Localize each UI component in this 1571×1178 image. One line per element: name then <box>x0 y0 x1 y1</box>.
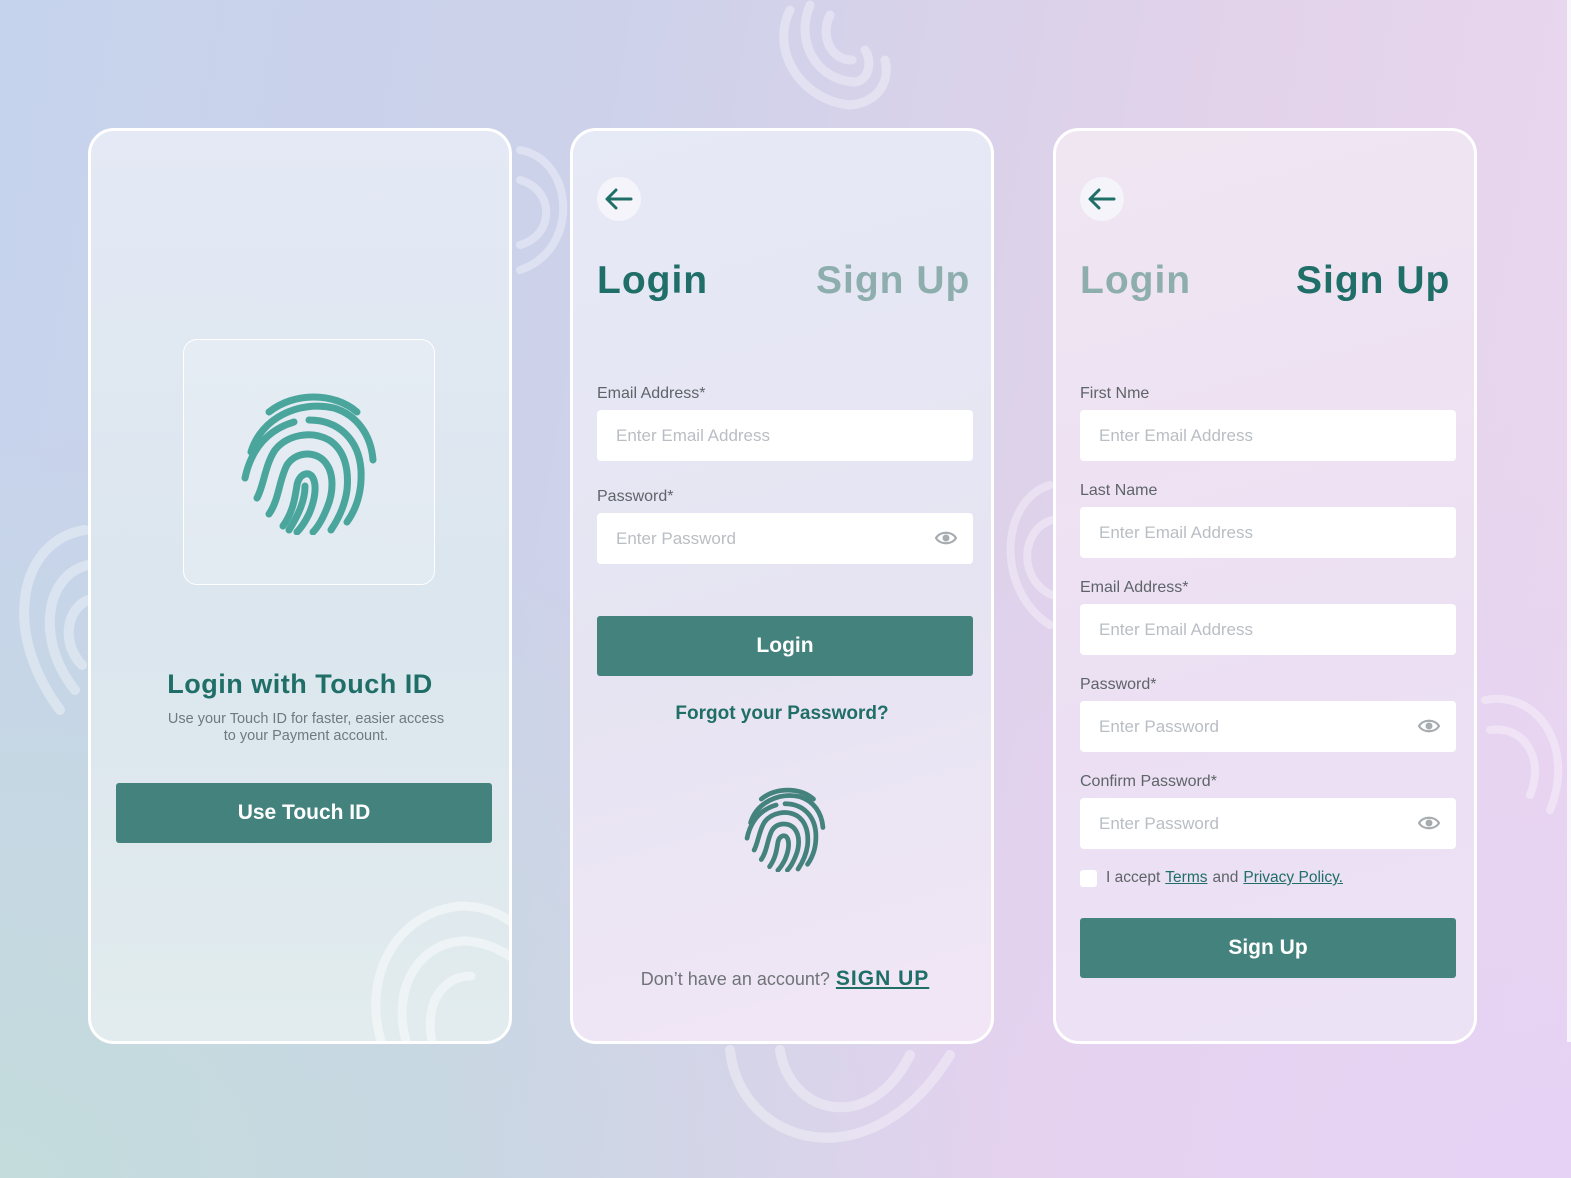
email-placeholder: Enter Email Address <box>616 425 771 445</box>
arrow-left-icon <box>1088 188 1116 210</box>
last-name-field[interactable]: Enter Email Address <box>1080 507 1456 558</box>
password-field[interactable]: Enter Password <box>597 513 973 564</box>
signup-prompt: Don’t have an account? SIGN UP <box>573 967 991 991</box>
terms-and: and <box>1212 869 1239 886</box>
confirm-password-field[interactable]: Enter Password <box>1080 798 1456 849</box>
last-name-placeholder: Enter Email Address <box>1099 522 1254 542</box>
email-label: Email Address* <box>1080 579 1189 596</box>
email-field[interactable]: Enter Email Address <box>1080 604 1456 655</box>
eye-icon[interactable] <box>1418 717 1440 735</box>
use-touch-id-button[interactable]: Use Touch ID <box>116 783 492 843</box>
tab-signup[interactable]: Sign Up <box>816 259 970 303</box>
password-placeholder: Enter Password <box>1099 716 1219 736</box>
page-scrollbar[interactable] <box>1567 0 1571 1042</box>
background-fingerprint-icon <box>1006 481 1055 629</box>
eye-icon[interactable] <box>935 529 957 547</box>
login-card: Login Sign Up Email Address* Enter Email… <box>570 128 994 1044</box>
first-name-placeholder: Enter Email Address <box>1099 425 1254 445</box>
signup-button[interactable]: Sign Up <box>1080 918 1456 978</box>
background-fingerprint-icon <box>19 525 90 715</box>
confirm-password-label: Confirm Password* <box>1080 773 1217 790</box>
first-name-field[interactable]: Enter Email Address <box>1080 410 1456 461</box>
card-watermark-fingerprint-icon <box>371 901 509 1041</box>
password-field[interactable]: Enter Password <box>1080 701 1456 752</box>
confirm-password-placeholder: Enter Password <box>1099 813 1219 833</box>
tab-login[interactable]: Login <box>1080 259 1191 303</box>
touch-id-subtitle: Use your Touch ID for faster, easier acc… <box>167 711 445 744</box>
password-label: Password* <box>597 488 674 505</box>
login-button[interactable]: Login <box>597 616 973 676</box>
background-fingerprint-icon <box>725 1045 955 1143</box>
fingerprint-icon[interactable] <box>743 786 827 872</box>
terms-prefix: I accept <box>1106 869 1161 886</box>
forgot-password-link[interactable]: Forgot your Password? <box>573 703 991 725</box>
touch-id-card: Login with Touch ID Use your Touch ID fo… <box>88 128 512 1044</box>
privacy-policy-link[interactable]: Privacy Policy. <box>1243 869 1343 887</box>
email-placeholder: Enter Email Address <box>1099 619 1254 639</box>
email-label: Email Address* <box>597 385 706 402</box>
first-name-label: First Nme <box>1080 385 1150 402</box>
background-fingerprint-icon <box>1481 694 1563 814</box>
password-placeholder: Enter Password <box>616 528 736 548</box>
terms-row: I accept Terms and Privacy Policy. <box>1080 869 1348 887</box>
password-label: Password* <box>1080 676 1157 693</box>
eye-icon[interactable] <box>1418 814 1440 832</box>
tab-login[interactable]: Login <box>597 259 708 303</box>
no-account-text: Don’t have an account? <box>640 969 830 989</box>
back-button[interactable] <box>597 177 641 221</box>
last-name-label: Last Name <box>1080 482 1158 499</box>
fingerprint-frame[interactable] <box>183 339 435 585</box>
signup-card: Login Sign Up First Nme Enter Email Addr… <box>1053 128 1477 1044</box>
touch-id-title: Login with Touch ID <box>167 669 433 699</box>
tab-signup[interactable]: Sign Up <box>1296 259 1450 303</box>
fingerprint-icon <box>241 393 377 535</box>
background-fingerprint-icon <box>779 0 891 110</box>
terms-checkbox[interactable] <box>1080 869 1097 887</box>
background-fingerprint-icon <box>516 146 568 274</box>
email-field[interactable]: Enter Email Address <box>597 410 973 461</box>
signup-link[interactable]: SIGN UP <box>836 967 929 990</box>
terms-link[interactable]: Terms <box>1165 869 1207 887</box>
arrow-left-icon <box>605 188 633 210</box>
back-button[interactable] <box>1080 177 1124 221</box>
